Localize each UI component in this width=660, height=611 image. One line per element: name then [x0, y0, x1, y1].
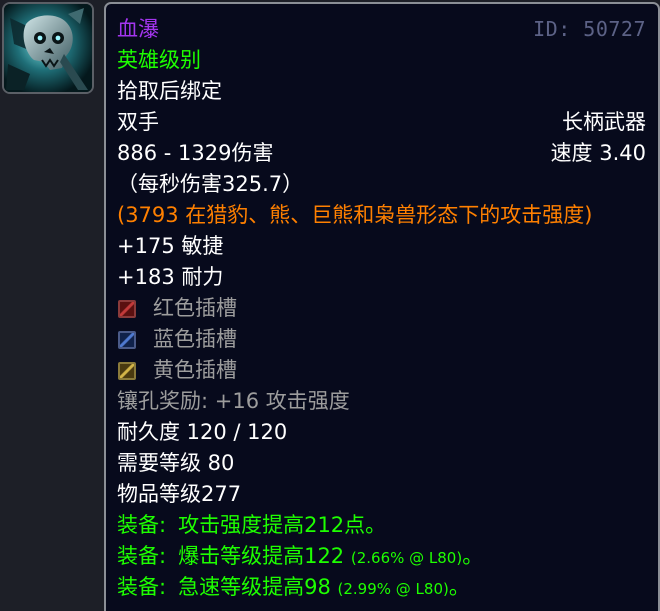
stat-agility: +175 敏捷: [117, 234, 224, 258]
equip-detail: (2.66% @ L80): [350, 549, 463, 567]
socket-red: 红色插槽: [117, 293, 646, 324]
slot-row: 双手 长柄武器: [117, 107, 646, 138]
item-id: ID: 50727: [533, 17, 646, 41]
equip-haste-rating: 装备: 急速等级提高98 (2.99% @ L80)。: [117, 572, 646, 603]
required-level: 需要等级 80: [117, 451, 235, 475]
bind-type: 拾取后绑定: [117, 79, 222, 103]
socket-bonus: 镶孔奖励: +16 攻击强度: [117, 389, 350, 413]
feral-attack-power: (3793 在猎豹、熊、巨熊和枭兽形态下的攻击强度): [117, 203, 593, 227]
red-socket-icon: [118, 299, 136, 318]
equip-crit-rating: 装备: 爆击等级提高122 (2.66% @ L80)。: [117, 541, 646, 572]
tooltip-stage: 血瀑 ID: 50727 英雄级别 拾取后绑定 双手 长柄武器 886 - 13…: [0, 0, 660, 611]
blade-skull-icon: [4, 4, 92, 92]
damage-range: 886 - 1329伤害: [117, 141, 274, 165]
socket-label: 蓝色插槽: [153, 327, 237, 351]
tooltip-header: 血瀑 ID: 50727: [117, 14, 646, 45]
dps-line: （每秒伤害325.7）: [117, 172, 304, 196]
attack-speed: 速度 3.40: [550, 141, 646, 165]
equip-text: 急速等级提高98: [178, 575, 331, 599]
equip-prefix: 装备:: [117, 575, 167, 599]
equip-text: 攻击强度提高212点。: [178, 513, 387, 537]
item-quality: 英雄级别: [117, 48, 201, 72]
equip-prefix: 装备:: [117, 544, 167, 568]
item-level: 物品等级277: [117, 482, 242, 506]
socket-yellow: 黄色插槽: [117, 355, 646, 386]
equip-text: 爆击等级提高122: [178, 544, 345, 568]
equip-suffix: 。: [462, 544, 484, 568]
item-tooltip: 血瀑 ID: 50727 英雄级别 拾取后绑定 双手 长柄武器 886 - 13…: [104, 2, 660, 611]
equip-suffix: 。: [448, 575, 470, 599]
stat-stamina: +183 耐力: [117, 265, 224, 289]
equip-detail: (2.99% @ L80): [337, 580, 449, 598]
equip-attack-power: 装备: 攻击强度提高212点。: [117, 510, 646, 541]
item-name[interactable]: 血瀑: [117, 14, 159, 45]
socket-label: 黄色插槽: [153, 358, 237, 382]
socket-label: 红色插槽: [153, 296, 237, 320]
equip-slot: 双手: [117, 110, 159, 134]
item-icon[interactable]: [2, 2, 94, 94]
blue-socket-icon: [118, 330, 136, 349]
yellow-socket-icon: [118, 361, 136, 380]
socket-blue: 蓝色插槽: [117, 324, 646, 355]
durability: 耐久度 120 / 120: [117, 420, 288, 444]
damage-row: 886 - 1329伤害 速度 3.40: [117, 138, 646, 169]
weapon-type: 长柄武器: [562, 110, 646, 134]
equip-prefix: 装备:: [117, 513, 167, 537]
